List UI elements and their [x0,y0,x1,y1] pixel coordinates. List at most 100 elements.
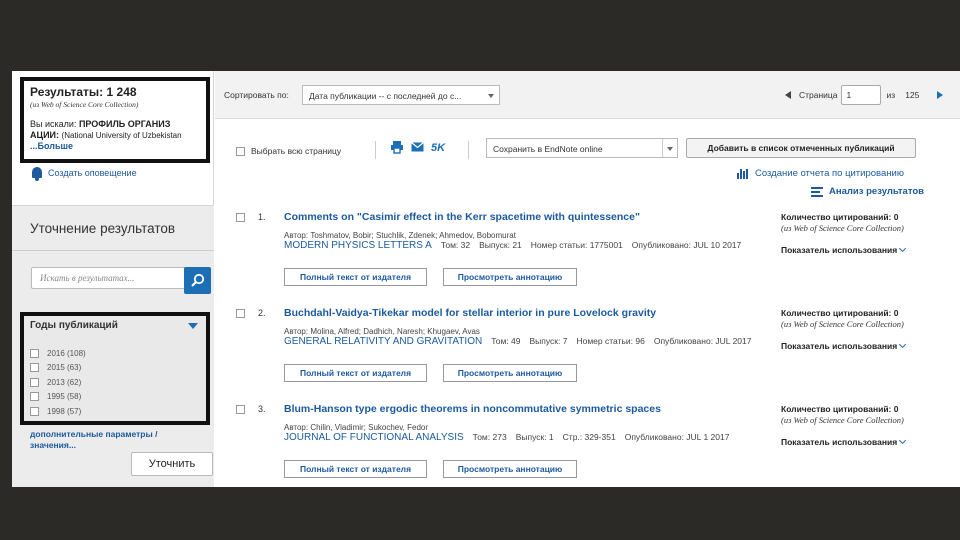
record-title-link[interactable]: Buchdahl-Vaidya-Tikekar model for stella… [284,307,656,319]
save-to-select[interactable]: Сохранить в EndNote online [486,138,678,158]
record-published: Опубликовано: JUL 10 2017 [631,240,742,250]
full-text-button[interactable]: Полный текст от издателя [284,460,427,478]
chevron-down-icon [899,340,907,349]
query-prefix: Вы искали: [30,119,77,129]
citation-count: Количество цитирований: 0 [781,404,899,414]
record-number: 2. [258,308,266,318]
results-toolbar: Выбрать всю страницу 5K Сохранить в EndN… [215,129,960,165]
bar-chart-icon [737,168,748,179]
year-checkbox[interactable] [30,406,39,416]
year-checkbox[interactable] [30,363,39,373]
record-journal-link[interactable]: GENERAL RELATIVITY AND GRAVITATION [284,336,482,347]
citation-source: (из Web of Science Core Collection) [781,415,904,425]
sort-select[interactable]: Дата публикации -- с последней до с... [302,85,500,105]
publication-years-facet: Годы публикаций 2016 (108) 2015 (63) 201… [20,312,210,425]
result-record: 3. Blum-Hanson type ergodic theorems in … [215,402,960,487]
year-label: 2015 (63) [47,363,82,373]
year-checkbox[interactable] [30,348,39,358]
year-label: 2013 (62) [47,377,82,387]
mail-icon[interactable] [411,142,424,152]
record-title-link[interactable]: Blum-Hanson type ergodic theorems in non… [284,403,661,415]
view-abstract-button[interactable]: Просмотреть аннотацию [443,268,577,286]
analyze-results-link[interactable]: Анализ результатов [811,186,924,197]
usage-count-toggle[interactable]: Показатель использования [781,436,907,447]
usage-count-toggle[interactable]: Показатель использования [781,244,907,255]
record-journal-link[interactable]: JOURNAL OF FUNCTIONAL ANALYSIS [284,432,464,443]
print-icon[interactable] [390,140,404,154]
year-label: 1998 (57) [47,406,82,416]
record-published: Опубликовано: JUL 1 2017 [624,432,730,442]
year-checkbox[interactable] [30,377,39,387]
citation-report-link[interactable]: Создание отчета по цитированию [737,168,904,179]
year-label: 2016 (108) [47,348,86,358]
page-input[interactable]: 1 [840,85,881,105]
refine-button[interactable]: Уточнить [131,452,213,476]
bell-icon [32,167,42,181]
chevron-down-icon [667,147,673,151]
more-params-link[interactable]: дополнительные параметры / значения... [30,429,190,451]
select-page-checkbox[interactable]: Выбрать всю страницу [236,146,341,156]
record-issue: Выпуск: 21 [479,240,522,250]
year-item[interactable]: 1995 (58) [30,390,200,405]
divider [468,141,469,159]
usage-label: Показатель использования [781,341,898,351]
record-journal-link[interactable]: MODERN PHYSICS LETTERS A [284,240,432,251]
divider [12,250,214,251]
record-authors: Автор: Toshmatov, Bobir; Stuchlik, Zdene… [284,231,516,240]
full-text-button[interactable]: Полный текст от издателя [284,364,427,382]
results-source: (из Web of Science Core Collection) [30,100,139,109]
year-item[interactable]: 2013 (62) [30,375,200,390]
record-extra: Номер статьи: 96 [576,336,645,346]
years-header[interactable]: Годы публикаций [30,320,200,331]
next-page-icon[interactable] [937,91,944,99]
record-checkbox[interactable] [236,405,245,414]
chevron-down-icon [899,244,907,253]
query-more-link[interactable]: ...Больше [30,141,73,151]
checkbox[interactable] [236,146,245,156]
citation-report-label: Создание отчета по цитированию [755,168,904,179]
citation-source: (из Web of Science Core Collection) [781,223,904,233]
of-label: из [886,90,896,100]
year-item[interactable]: 2016 (108) [30,346,200,361]
refine-panel: Уточнение результатов Искать в результат… [12,205,214,487]
refine-title: Уточнение результатов [30,221,176,236]
search-within-input[interactable]: Искать в результатах... [31,267,185,289]
year-item[interactable]: 1998 (57) [30,404,200,419]
sidebar: Результаты: 1 248 (из Web of Science Cor… [12,71,214,487]
record-title-link[interactable]: Comments on "Casimir effect in the Kerr … [284,211,640,223]
page-label: Страница [799,90,838,100]
record-extra: Стр.: 329-351 [562,432,616,442]
create-alert-link[interactable]: Создать оповещение [32,167,137,181]
record-source: GENERAL RELATIVITY AND GRAVITATION Том: 4… [284,336,762,347]
year-item[interactable]: 2015 (63) [30,361,200,376]
search-button[interactable] [184,267,211,294]
select-page-label: Выбрать всю страницу [251,146,342,156]
divider [375,141,376,159]
record-issue: Выпуск: 7 [529,336,568,346]
add-to-marked-list-button[interactable]: Добавить в список отмеченных публикаций [686,138,916,158]
citation-count: Количество цитирований: 0 [781,308,899,318]
result-record: 2. Buchdahl-Vaidya-Tikekar model for ste… [215,306,960,400]
total-pages: 125 [905,90,920,100]
record-authors: Автор: Chilin, Vladimir; Sukochev, Fedor [284,423,429,432]
record-checkbox[interactable] [236,213,245,222]
year-checkbox[interactable] [30,392,39,402]
export-5k-button[interactable]: 5K [431,142,445,154]
view-abstract-button[interactable]: Просмотреть аннотацию [443,364,577,382]
record-checkbox[interactable] [236,309,245,318]
record-extra: Номер статьи: 1775001 [530,240,623,250]
result-record: 1. Comments on "Casimir effect in the Ke… [215,210,960,304]
record-source: MODERN PHYSICS LETTERS A Том: 32 Выпуск: 2… [284,240,762,251]
citation-source: (из Web of Science Core Collection) [781,319,904,329]
record-published: Опубликовано: JUL 2017 [653,336,752,346]
years-title: Годы публикаций [30,320,118,331]
full-text-button[interactable]: Полный текст от издателя [284,268,427,286]
sort-value: Дата публикации -- с последней до с... [309,91,462,101]
collapse-triangle-icon[interactable] [188,322,198,329]
prev-page-icon[interactable] [785,91,791,99]
chevron-down-icon [488,94,494,98]
usage-count-toggle[interactable]: Показатель использования [781,340,907,351]
view-abstract-button[interactable]: Просмотреть аннотацию [443,460,577,478]
wos-results-screen: Результаты: 1 248 (из Web of Science Cor… [12,71,960,487]
chevron-down-icon [899,436,907,445]
